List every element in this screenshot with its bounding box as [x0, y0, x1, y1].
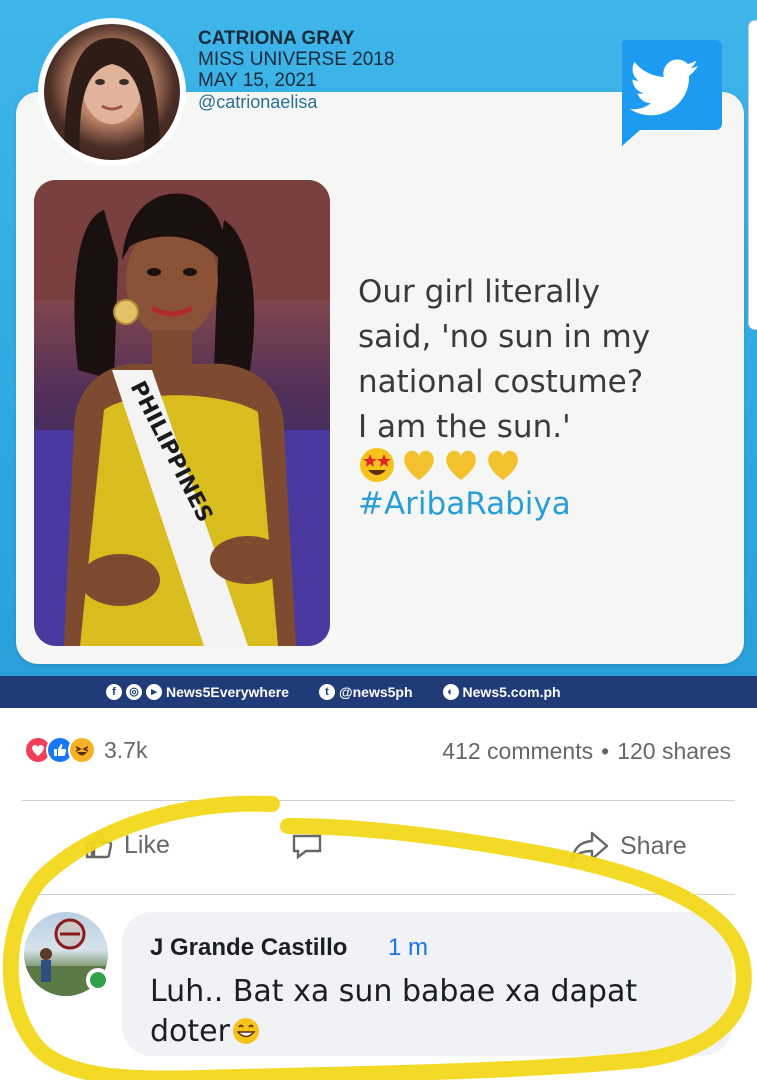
reaction-summary[interactable]: 3.7k — [24, 736, 147, 764]
comment-icon — [292, 834, 322, 860]
author-avatar — [38, 18, 186, 166]
comment-time[interactable]: 1 m — [388, 934, 428, 962]
reaction-count: 3.7k — [104, 736, 148, 763]
like-label: Like — [124, 830, 170, 859]
post-actions: Like Share — [0, 818, 757, 880]
twitter-small-icon: t — [318, 684, 335, 700]
tweet-emojis — [358, 446, 522, 486]
share-icon — [570, 831, 609, 862]
footer-website: ◐ News5.com.ph — [442, 684, 561, 700]
twitter-icon — [621, 40, 722, 146]
comment-body: Luh.. Bat xa sun babae xa dapat doter — [150, 974, 638, 1049]
tweet-date: MAY 15, 2021 — [198, 70, 317, 91]
comment-button[interactable] — [290, 830, 324, 860]
scroll-edge-handle — [748, 20, 757, 330]
author-handle: @catrionaelisa — [198, 92, 318, 112]
tweet-hashtag[interactable]: #AribaRabiya — [358, 486, 571, 522]
share-label: Share — [620, 831, 687, 860]
divider — [22, 800, 735, 801]
news5-footer: f ◎ ▸ News5Everywhere t @news5ph ◐ News5… — [0, 676, 757, 708]
author-title: MISS UNIVERSE 2018 — [198, 49, 395, 70]
footer-facebook-label: News5Everywhere — [166, 684, 289, 700]
news5-tweet-card: CATRIONA GRAY MISS UNIVERSE 2018 MAY 15,… — [0, 0, 757, 708]
haha-reaction-icon — [68, 736, 96, 764]
footer-twitter-label: @news5ph — [338, 684, 413, 700]
yellow-heart-icon — [488, 450, 518, 480]
instagram-icon: ◎ — [126, 684, 142, 700]
like-button[interactable]: Like — [84, 830, 170, 860]
contestant-photo: PHILIPPINES — [34, 180, 330, 646]
comment-bubble: J Grande Castillo 1 m Luh.. Bat xa sun b… — [122, 912, 732, 1056]
footer-social-facebook: f ◎ ▸ News5Everywhere — [106, 684, 289, 700]
tweet-line: Our girl literally — [358, 274, 600, 310]
youtube-icon: ▸ — [146, 684, 162, 700]
tweet-line: said, 'no sun in my — [358, 319, 651, 355]
online-status-dot — [86, 968, 110, 992]
facebook-icon: f — [106, 684, 122, 700]
engagement-stats: 412 comments • 120 shares — [442, 738, 731, 765]
comment-item: J Grande Castillo 1 m Luh.. Bat xa sun b… — [0, 904, 757, 1064]
yellow-heart-icon — [404, 450, 434, 480]
author-name: CATRIONA GRAY — [198, 28, 355, 49]
globe-icon: ◐ — [442, 684, 459, 700]
divider — [22, 894, 735, 895]
separator-dot: • — [601, 738, 610, 764]
star-struck-emoji-icon — [360, 448, 394, 482]
grinning-emoji-icon — [232, 1018, 259, 1044]
tweet-body: Our girl literally said, 'no sun in my n… — [358, 270, 738, 450]
comment-count[interactable]: 412 comments — [442, 738, 593, 765]
share-count[interactable]: 120 shares — [617, 738, 731, 765]
tweet-meta: CATRIONA GRAY MISS UNIVERSE 2018 MAY 15,… — [198, 28, 394, 113]
footer-social-twitter: t @news5ph — [318, 684, 413, 700]
commenter-name[interactable]: J Grande Castillo — [150, 934, 347, 962]
yellow-heart-icon — [446, 450, 476, 480]
like-icon — [85, 831, 113, 859]
footer-website-label: News5.com.ph — [462, 684, 561, 700]
comment-text: Luh.. Bat xa sun babae xa dapat doter — [150, 972, 710, 1052]
tweet-line: I am the sun.' — [358, 409, 571, 445]
share-button[interactable]: Share — [570, 830, 687, 862]
tweet-line: national costume? — [358, 364, 644, 400]
